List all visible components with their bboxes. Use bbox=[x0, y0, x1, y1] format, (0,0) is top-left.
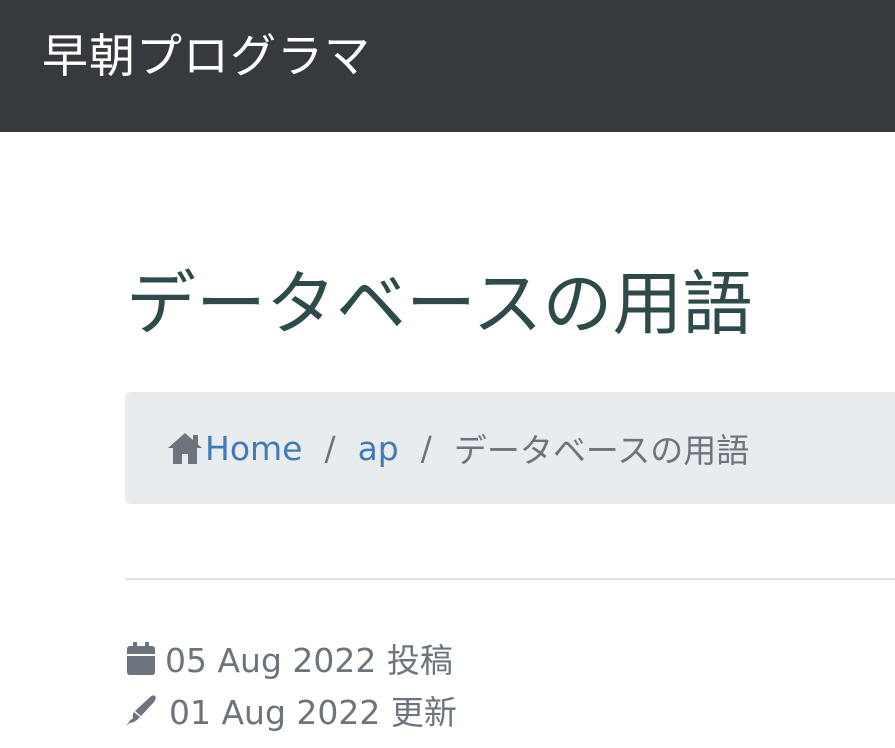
pen-icon bbox=[126, 695, 156, 726]
posted-date: 05 Aug 2022 投稿 bbox=[125, 634, 453, 682]
breadcrumb-separator: / bbox=[324, 428, 336, 468]
breadcrumb-list: Home / ap / データベースの用語 bbox=[165, 422, 749, 474]
breadcrumb-separator: / bbox=[420, 428, 432, 468]
updated-date-text: 01 Aug 2022 更新 bbox=[169, 693, 457, 732]
page-title: データベースの用語 bbox=[126, 263, 753, 345]
updated-date: 01 Aug 2022 更新 bbox=[125, 686, 457, 734]
posted-date-text: 05 Aug 2022 投稿 bbox=[165, 641, 453, 680]
site-brand-link[interactable]: 早朝プログラマ bbox=[42, 26, 371, 86]
home-icon[interactable] bbox=[165, 430, 205, 466]
breadcrumb-ap-link[interactable]: ap bbox=[358, 429, 399, 468]
calendar-icon bbox=[127, 642, 155, 675]
breadcrumb: Home / ap / データベースの用語 bbox=[125, 392, 895, 504]
breadcrumb-current: データベースの用語 bbox=[453, 431, 750, 470]
breadcrumb-home-link[interactable]: Home bbox=[205, 429, 302, 468]
top-navbar: 早朝プログラマ bbox=[0, 0, 895, 132]
content-divider bbox=[125, 578, 895, 580]
